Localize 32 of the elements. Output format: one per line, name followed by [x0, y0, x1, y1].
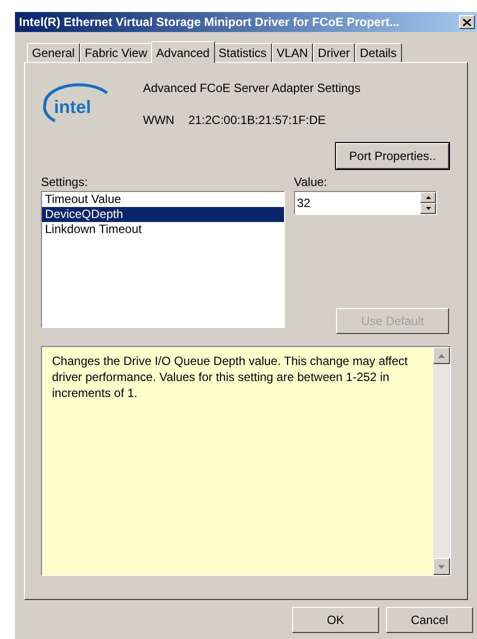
window-title: Intel(R) Ethernet Virtual Storage Miniport Driver for FCoE Propert...	[19, 14, 400, 31]
down-arrow-icon	[426, 207, 430, 210]
tab[interactable]: Advanced	[151, 41, 215, 63]
tab[interactable]: Fabric View	[80, 43, 152, 62]
settings-item[interactable]: Timeout Value	[42, 192, 284, 207]
spin-down-button[interactable]	[420, 203, 436, 214]
value-spin-field[interactable]: 32	[294, 191, 437, 215]
intel-logo: intel	[41, 77, 113, 127]
settings-label: Settings:	[41, 174, 89, 191]
up-arrow-icon	[438, 354, 445, 358]
value-label: Value:	[294, 174, 328, 191]
dialog-button[interactable]: OK	[292, 607, 379, 633]
dialog-button[interactable]: Cancel	[386, 607, 473, 633]
wwn-label: WWN	[143, 112, 174, 129]
header-title: Advanced FCoE Server Adapter Settings	[143, 80, 360, 97]
scrollbar[interactable]	[433, 347, 450, 575]
description-text: Changes the Drive I/O Queue Depth value. This change may affect driver performance. Values for this setting are between 1-252 in increments of 1.	[51, 353, 409, 402]
down-arrow-icon	[438, 564, 445, 568]
wwn-value: 21:2C:00:1B:21:57:1F:DE	[188, 112, 326, 129]
value-input[interactable]: 32	[295, 192, 420, 214]
close-button[interactable]	[459, 15, 475, 29]
tab[interactable]: VLAN	[272, 43, 313, 62]
settings-item[interactable]: Linkdown Timeout	[42, 222, 284, 237]
spin-up-button[interactable]	[420, 192, 436, 203]
tab[interactable]: Driver	[312, 43, 355, 62]
settings-item[interactable]: DeviceQDepth	[42, 207, 284, 222]
tab[interactable]: Details	[354, 43, 402, 62]
port-properties-button[interactable]: Port Properties..	[336, 143, 449, 169]
tab[interactable]: General	[27, 43, 80, 62]
close-icon	[463, 18, 471, 26]
tab[interactable]: Statistics	[214, 43, 272, 62]
up-arrow-icon	[426, 196, 430, 199]
